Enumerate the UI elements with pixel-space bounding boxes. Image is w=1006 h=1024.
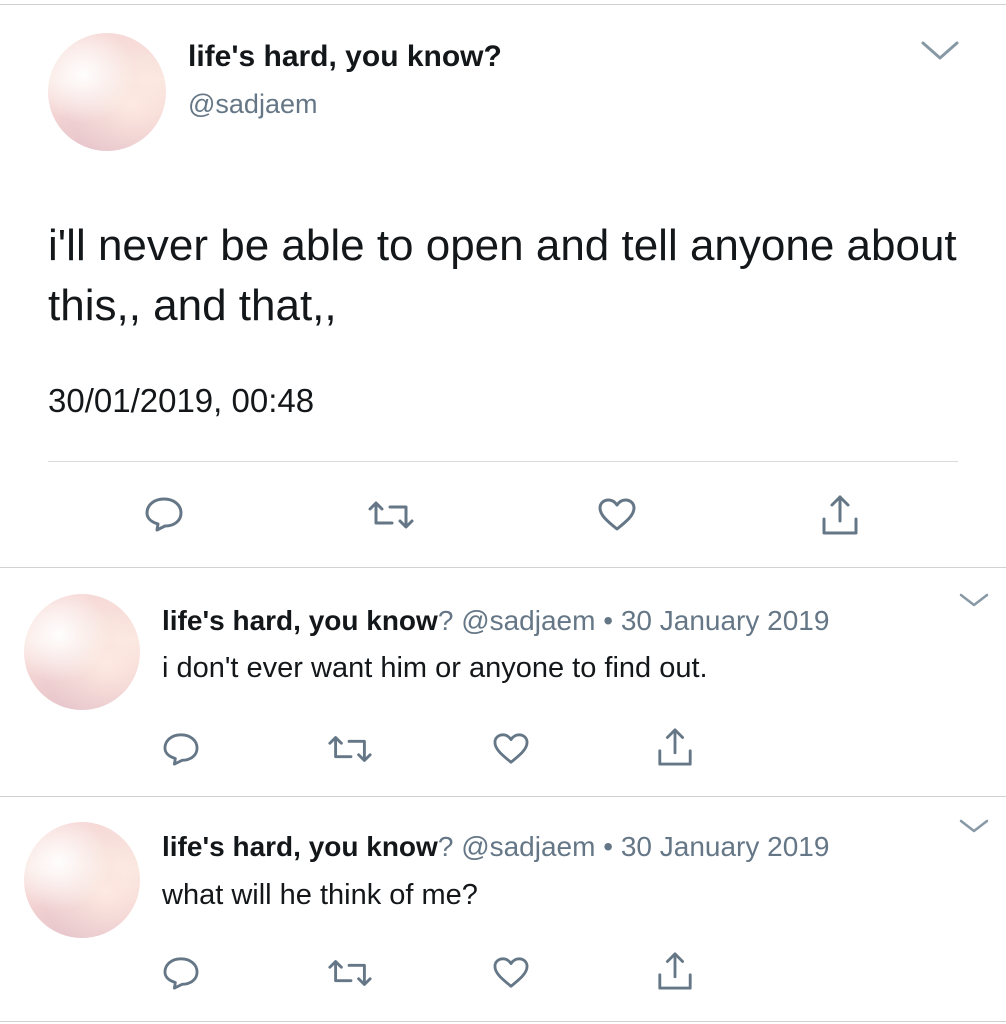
like-icon: [493, 733, 529, 764]
share-button[interactable]: [656, 950, 694, 992]
reply-button[interactable]: [162, 956, 200, 990]
retweet-button[interactable]: [326, 958, 374, 988]
separator: •: [603, 831, 614, 862]
chevron-down-icon: [921, 41, 959, 60]
like-button[interactable]: [492, 732, 530, 766]
avatar[interactable]: [48, 33, 166, 151]
handle[interactable]: @sadjaem: [188, 89, 317, 120]
tweet-menu-chevron[interactable]: [958, 818, 990, 834]
section-divider: [0, 1021, 1006, 1022]
handle[interactable]: @sadjaem: [461, 831, 595, 862]
section-divider: [0, 796, 1006, 797]
tweet-timestamp: 30/01/2019, 00:48: [48, 382, 315, 419]
display-name[interactable]: life's hard, you know: [162, 831, 438, 862]
name-suffix: ?: [437, 831, 454, 862]
tweet-date[interactable]: 30 January 2019: [621, 605, 830, 636]
reply-icon: [163, 733, 199, 766]
separator: •: [603, 605, 614, 636]
tweet-menu-chevron[interactable]: [958, 592, 990, 608]
handle[interactable]: @sadjaem: [461, 605, 595, 636]
tweet-menu-chevron[interactable]: [920, 40, 960, 62]
reply-header: life's hard, you know? @sadjaem • 30 Jan…: [162, 831, 829, 863]
chevron-down-icon: [959, 819, 989, 833]
like-icon: [598, 498, 636, 531]
action-divider: [48, 461, 958, 462]
reply-button[interactable]: [162, 732, 200, 766]
like-icon: [493, 957, 529, 988]
share-button[interactable]: [656, 726, 694, 768]
retweet-icon: [328, 960, 372, 986]
like-button[interactable]: [492, 956, 530, 990]
share-icon: [658, 952, 692, 990]
tweet-text: what will he think of me?: [162, 879, 478, 911]
retweet-icon: [328, 736, 372, 762]
like-button[interactable]: [597, 497, 637, 533]
section-divider: [0, 567, 1006, 568]
retweet-button[interactable]: [326, 734, 374, 764]
retweet-icon: [368, 501, 414, 529]
retweet-button[interactable]: [366, 500, 416, 530]
share-button[interactable]: [820, 493, 860, 537]
reply-header: life's hard, you know? @sadjaem • 30 Jan…: [162, 605, 829, 637]
avatar[interactable]: [24, 822, 140, 938]
avatar[interactable]: [24, 594, 140, 710]
tweet-text: i'll never be able to open and tell anyo…: [48, 221, 969, 330]
chevron-down-icon: [959, 593, 989, 607]
top-divider: [0, 4, 1006, 5]
reply-icon: [163, 957, 199, 990]
display-name[interactable]: life's hard, you know: [162, 605, 438, 636]
reply-button[interactable]: [144, 496, 184, 532]
display-name[interactable]: life's hard, you know?: [188, 40, 502, 74]
share-icon: [658, 728, 692, 766]
name-suffix: ?: [437, 605, 454, 636]
share-icon: [822, 495, 858, 535]
reply-icon: [145, 497, 183, 532]
tweet-text: i don't ever want him or anyone to find …: [162, 652, 708, 684]
tweet-date[interactable]: 30 January 2019: [621, 831, 830, 862]
